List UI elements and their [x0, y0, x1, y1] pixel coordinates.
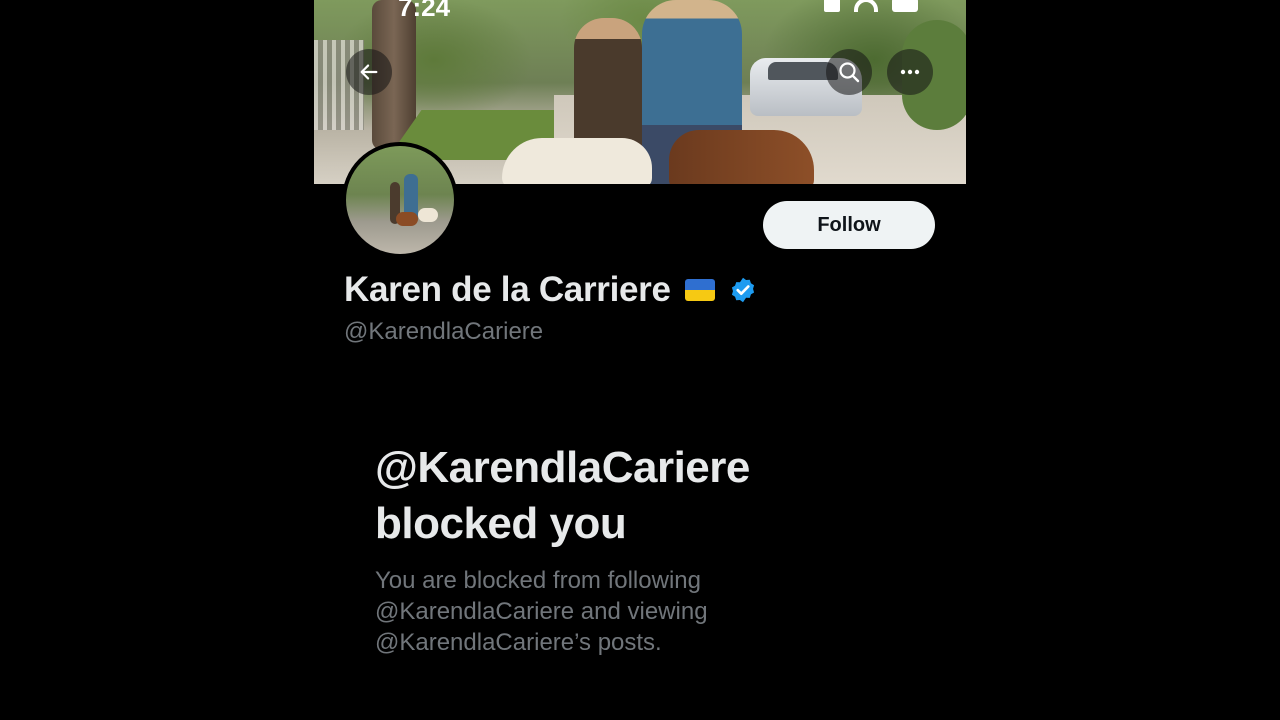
blocked-notice: @KarendlaCariere blocked you You are blo… [375, 440, 875, 658]
profile-avatar[interactable] [342, 142, 458, 258]
profile-name-row: Karen de la Carriere [344, 270, 757, 310]
status-bar-time: 7:24 [398, 0, 451, 22]
follow-button[interactable]: Follow [763, 201, 935, 249]
banner-dog-2 [669, 130, 814, 184]
battery-icon [892, 0, 918, 12]
cellular-signal-icon [824, 0, 840, 12]
profile-screen: 7:24 Follow Karen de la Carriere @Karend… [314, 0, 966, 720]
blocked-description: You are blocked from following @Karendla… [375, 565, 875, 658]
blocked-title-handle: @KarendlaCariere [375, 443, 750, 492]
blocked-title: @KarendlaCariere blocked you [375, 440, 875, 552]
ukraine-flag-icon [684, 279, 715, 301]
search-button[interactable] [826, 49, 872, 95]
more-horizontal-icon [900, 69, 920, 75]
profile-display-name: Karen de la Carriere [344, 270, 671, 309]
wifi-icon [854, 0, 878, 12]
search-icon [839, 62, 860, 83]
back-button[interactable] [346, 49, 392, 95]
verified-badge-icon[interactable] [729, 276, 757, 304]
blocked-title-text: blocked you [375, 499, 627, 548]
arrow-left-icon [360, 64, 378, 80]
blocked-description-line-1: You are blocked from following [375, 567, 701, 594]
avatar-dog-1 [396, 212, 418, 226]
banner-dog-1 [502, 138, 652, 184]
more-options-button[interactable] [887, 49, 933, 95]
status-bar-icons [824, 0, 918, 16]
blocked-description-line-2: @KarendlaCariere and viewing [375, 598, 708, 625]
avatar-dog-2 [418, 208, 438, 222]
blocked-description-line-3: @KarendlaCariere’s posts. [375, 629, 662, 656]
profile-handle: @KarendlaCariere [344, 318, 544, 345]
